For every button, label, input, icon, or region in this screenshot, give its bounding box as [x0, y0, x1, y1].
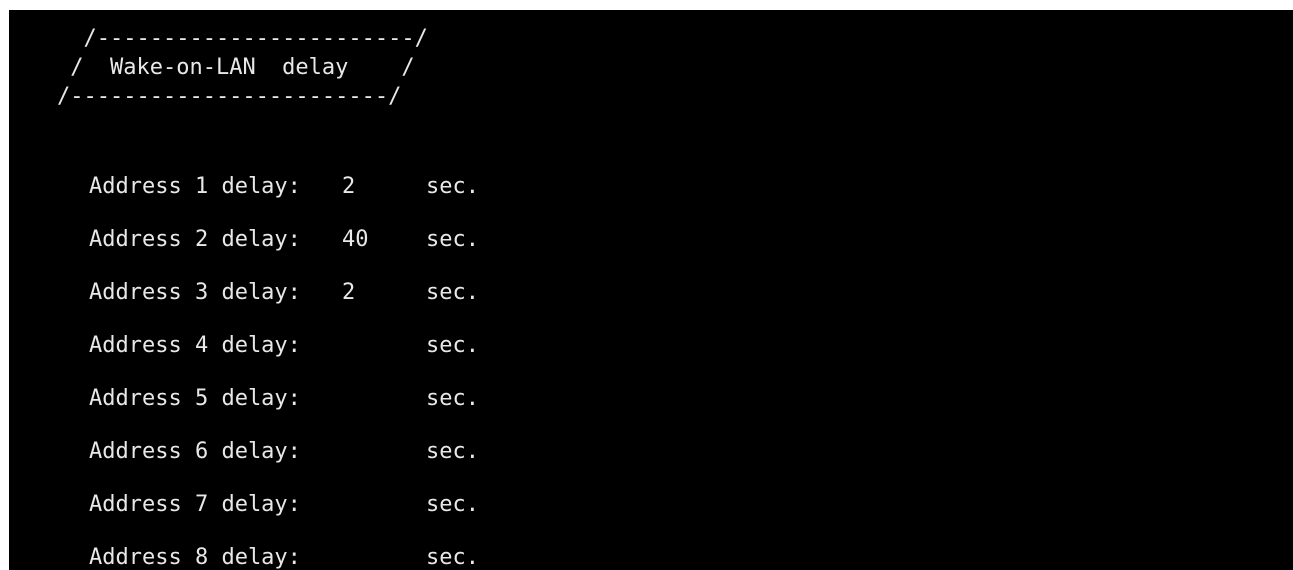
delay-value-field[interactable]: 2 [342, 280, 426, 305]
delay-label: Address 1 delay: [89, 174, 301, 199]
delay-row-6: Address 6 delay: sec. [89, 425, 479, 478]
delay-row-5: Address 5 delay: sec. [89, 372, 479, 425]
title-banner: /------------------------/ / Wake-on-LAN… [57, 24, 428, 111]
banner-top-line: /------------------------/ [83, 26, 428, 51]
page-title: Wake-on-LAN delay [110, 55, 349, 80]
terminal-screen: /------------------------/ / Wake-on-LAN… [9, 10, 1293, 570]
delay-label: Address 3 delay: [89, 280, 301, 305]
delay-row-3: Address 3 delay: 2 sec. [89, 266, 479, 319]
delay-list: Address 1 delay: 2 sec. Address 2 delay: 40… [89, 160, 479, 570]
delay-label: Address 7 delay: [89, 492, 301, 517]
delay-unit: sec. [426, 174, 479, 199]
delay-unit: sec. [426, 386, 479, 411]
delay-unit: sec. [426, 333, 479, 358]
delay-unit: sec. [426, 280, 479, 305]
banner-bottom-line: /------------------------/ [57, 84, 402, 109]
banner-right-edge: / [401, 55, 415, 80]
delay-label: Address 8 delay: [89, 545, 301, 570]
delay-unit: sec. [426, 492, 479, 517]
delay-row-4: Address 4 delay: sec. [89, 319, 479, 372]
delay-unit: sec. [426, 439, 479, 464]
banner-top-border [57, 26, 84, 51]
delay-row-1: Address 1 delay: 2 sec. [89, 160, 479, 213]
banner-left-edge: / [70, 55, 84, 80]
delay-value-field[interactable]: 40 [342, 227, 426, 252]
delay-row-8: Address 8 delay: sec. [89, 531, 479, 570]
delay-unit: sec. [426, 545, 479, 570]
delay-label: Address 5 delay: [89, 386, 301, 411]
delay-row-2: Address 2 delay: 40 sec. [89, 213, 479, 266]
delay-label: Address 4 delay: [89, 333, 301, 358]
delay-value-field[interactable]: 2 [342, 174, 426, 199]
delay-label: Address 6 delay: [89, 439, 301, 464]
delay-label: Address 2 delay: [89, 227, 301, 252]
delay-unit: sec. [426, 227, 479, 252]
banner-middle: / Wake-on-LAN delay / [57, 55, 415, 80]
delay-row-7: Address 7 delay: sec. [89, 478, 479, 531]
